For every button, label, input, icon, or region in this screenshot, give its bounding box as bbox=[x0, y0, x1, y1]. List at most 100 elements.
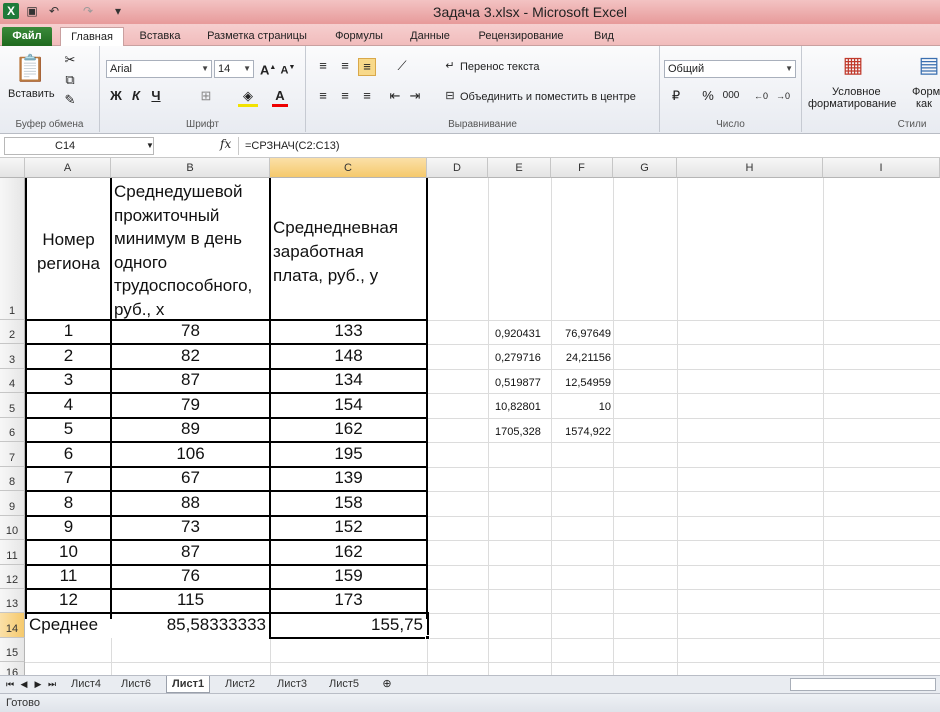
cell-x[interactable]: 115 bbox=[112, 590, 269, 610]
cell-y[interactable]: 148 bbox=[271, 346, 426, 366]
tab-page-layout[interactable]: Разметка страницы bbox=[196, 27, 318, 46]
column-header-c[interactable]: C bbox=[270, 158, 427, 178]
cell-e3[interactable]: 0,279716 bbox=[495, 352, 541, 364]
cell-region[interactable]: 5 bbox=[27, 419, 110, 439]
cell-f5[interactable]: 10 bbox=[551, 401, 611, 413]
cell-e6[interactable]: 1705,328 bbox=[495, 426, 541, 438]
column-header-i[interactable]: I bbox=[823, 158, 940, 178]
cell-x[interactable]: 79 bbox=[112, 395, 269, 415]
tab-view[interactable]: Вид bbox=[584, 27, 624, 46]
sheet-tab[interactable]: Лист5 bbox=[324, 676, 364, 693]
cell-x[interactable]: 106 bbox=[112, 444, 269, 464]
cell-x[interactable]: 87 bbox=[112, 370, 269, 390]
cell-f6[interactable]: 1574,922 bbox=[551, 426, 611, 438]
tab-data[interactable]: Данные bbox=[400, 27, 460, 46]
fill-color-icon[interactable]: ◈ bbox=[238, 88, 258, 107]
row-header[interactable]: 16 bbox=[0, 662, 25, 675]
tab-review[interactable]: Рецензирование bbox=[468, 27, 574, 46]
row-header[interactable]: 9 bbox=[0, 491, 25, 516]
copy-icon[interactable]: ⧉ bbox=[62, 72, 78, 88]
cell-average-x[interactable]: 85,58333333 bbox=[112, 615, 269, 635]
next-sheet-icon[interactable]: ▶ bbox=[32, 676, 44, 692]
cell-x[interactable]: 87 bbox=[112, 542, 269, 562]
paste-icon[interactable]: 📋 bbox=[14, 52, 46, 84]
align-center-icon[interactable]: ≡ bbox=[336, 88, 354, 104]
row-header[interactable]: 4 bbox=[0, 369, 25, 393]
cell-f2[interactable]: 76,97649 bbox=[551, 328, 611, 340]
cell-average-label[interactable]: Среднее bbox=[29, 615, 111, 635]
prev-sheet-icon[interactable]: ◀ bbox=[18, 676, 30, 692]
cell-region[interactable]: 11 bbox=[27, 566, 110, 586]
insert-function-button[interactable]: fx bbox=[220, 137, 231, 151]
name-box[interactable]: C14 bbox=[4, 137, 154, 155]
cell-y[interactable]: 162 bbox=[271, 419, 426, 439]
align-right-icon[interactable]: ≡ bbox=[358, 88, 376, 104]
cell-y[interactable]: 154 bbox=[271, 395, 426, 415]
spreadsheet-grid[interactable]: A B C D E F G H I 1 2 3 4 5 6 7 8 9 10 1… bbox=[0, 158, 940, 675]
conditional-formatting-icon[interactable]: ▦ bbox=[838, 50, 868, 80]
tab-insert[interactable]: Вставка bbox=[130, 27, 190, 46]
decrease-decimal-icon[interactable]: →0 bbox=[774, 88, 792, 104]
cell-x[interactable]: 73 bbox=[112, 517, 269, 537]
chevron-down-icon[interactable]: ▼ bbox=[144, 138, 156, 154]
column-header-d[interactable]: D bbox=[427, 158, 488, 178]
cell-region[interactable]: 10 bbox=[27, 542, 110, 562]
cell-x[interactable]: 76 bbox=[112, 566, 269, 586]
cell-y[interactable]: 134 bbox=[271, 370, 426, 390]
select-all-corner[interactable] bbox=[0, 158, 25, 178]
first-sheet-icon[interactable]: ⏮ bbox=[4, 676, 16, 692]
number-format-combo[interactable]: Общий ▼ bbox=[664, 60, 796, 78]
row-header[interactable]: 10 bbox=[0, 516, 25, 540]
row-header[interactable]: 1 bbox=[0, 178, 25, 320]
row-header[interactable]: 15 bbox=[0, 638, 25, 662]
sheet-tab[interactable]: Лист2 bbox=[220, 676, 260, 693]
cut-icon[interactable]: ✂ bbox=[62, 52, 78, 68]
cell-region[interactable]: 7 bbox=[27, 468, 110, 488]
cell-region[interactable]: 8 bbox=[27, 493, 110, 513]
align-top-icon[interactable]: ≡ bbox=[314, 58, 332, 74]
sheet-tab[interactable]: Лист6 bbox=[116, 676, 156, 693]
increase-font-icon[interactable]: A▲ bbox=[260, 60, 276, 78]
currency-icon[interactable]: ₽ bbox=[666, 88, 686, 104]
row-header[interactable]: 2 bbox=[0, 320, 25, 344]
cell-region[interactable]: 9 bbox=[27, 517, 110, 537]
cell-e5[interactable]: 10,82801 bbox=[495, 401, 541, 413]
format-as-table-icon[interactable]: ▤ bbox=[914, 50, 940, 80]
column-header-b[interactable]: B bbox=[111, 158, 270, 178]
cell-region[interactable]: 6 bbox=[27, 444, 110, 464]
orientation-icon[interactable]: ⟋ bbox=[390, 58, 414, 74]
percent-button[interactable]: % bbox=[700, 88, 716, 104]
column-header-f[interactable]: F bbox=[551, 158, 613, 178]
cell-x[interactable]: 67 bbox=[112, 468, 269, 488]
cell-y[interactable]: 158 bbox=[271, 493, 426, 513]
fill-handle[interactable] bbox=[425, 635, 430, 640]
wrap-text-button[interactable]: Перенос текста bbox=[460, 59, 540, 75]
row-header[interactable]: 5 bbox=[0, 393, 25, 418]
align-middle-icon[interactable]: ≡ bbox=[336, 58, 354, 74]
cell-y[interactable]: 139 bbox=[271, 468, 426, 488]
horizontal-scrollbar[interactable] bbox=[790, 678, 936, 691]
row-header[interactable]: 7 bbox=[0, 442, 25, 467]
cell-y[interactable]: 152 bbox=[271, 517, 426, 537]
column-header-h[interactable]: H bbox=[677, 158, 823, 178]
underline-button[interactable]: Ч bbox=[148, 88, 164, 104]
cell-x[interactable]: 88 bbox=[112, 493, 269, 513]
row-header[interactable]: 12 bbox=[0, 565, 25, 589]
cell-region[interactable]: 4 bbox=[27, 395, 110, 415]
increase-decimal-icon[interactable]: ←0 bbox=[752, 88, 770, 104]
format-painter-icon[interactable]: ✎ bbox=[62, 92, 78, 108]
format-as-table-label-2[interactable]: как bbox=[916, 96, 932, 112]
last-sheet-icon[interactable]: ⏭ bbox=[46, 676, 58, 692]
cell-region[interactable]: 3 bbox=[27, 370, 110, 390]
cell-f3[interactable]: 24,21156 bbox=[551, 352, 611, 364]
column-header-e[interactable]: E bbox=[488, 158, 551, 178]
sheet-tab[interactable]: Лист3 bbox=[272, 676, 312, 693]
conditional-format-label-2[interactable]: форматирование bbox=[808, 96, 896, 112]
row-header[interactable]: 13 bbox=[0, 589, 25, 613]
paste-button[interactable]: Вставить bbox=[8, 86, 55, 102]
sheet-tab-active[interactable]: Лист1 bbox=[166, 676, 211, 693]
decrease-indent-icon[interactable]: ⇤ bbox=[386, 88, 404, 104]
cell-e4[interactable]: 0,519877 bbox=[495, 377, 541, 389]
row-header[interactable]: 11 bbox=[0, 540, 25, 565]
cell-x[interactable]: 89 bbox=[112, 419, 269, 439]
